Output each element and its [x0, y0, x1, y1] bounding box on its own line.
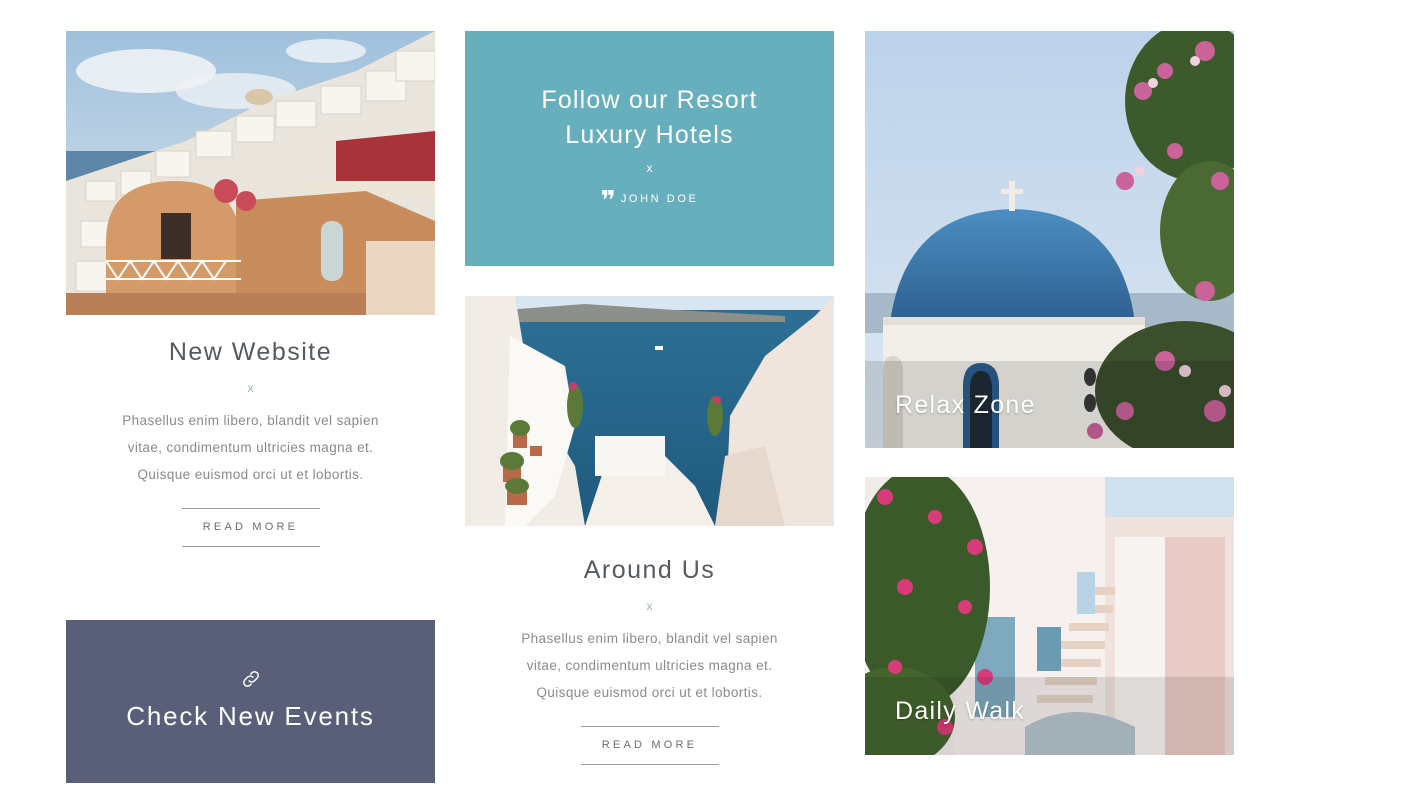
title-divider: x	[247, 381, 254, 395]
santorini-village-image[interactable]	[66, 31, 435, 315]
quote-line: Luxury Hotels	[565, 121, 734, 149]
tile-daily-walk[interactable]: Daily Walk	[865, 477, 1234, 755]
excerpt-line: vitae, condimentum ultricies magna et.	[127, 440, 374, 455]
quote-text: Follow our Resort Luxury Hotels	[495, 83, 804, 153]
post-excerpt: Phasellus enim libero, blandit vel sapie…	[66, 407, 435, 488]
quote-author: JOHN DOE	[620, 193, 699, 205]
sea-steps-image[interactable]	[465, 296, 834, 526]
quote-author-row: ❞ JOHN DOE	[465, 185, 834, 216]
read-more-button[interactable]: READ MORE	[580, 726, 719, 765]
tile-title: Daily Walk	[895, 697, 1026, 725]
post-excerpt: Phasellus enim libero, blandit vel sapie…	[465, 625, 834, 706]
excerpt-line: Quisque euismod orci ut et lobortis.	[137, 467, 364, 482]
photo-illustration	[465, 296, 834, 526]
post-card-around-us: Around Us x Phasellus enim libero, bland…	[465, 296, 834, 786]
photo-illustration	[66, 31, 435, 315]
post-title[interactable]: New Website	[66, 338, 435, 367]
excerpt-line: Phasellus enim libero, blandit vel sapie…	[521, 631, 778, 646]
quote-line: Follow our Resort	[541, 86, 758, 114]
quote-icon: ❞	[600, 185, 616, 215]
title-divider: x	[646, 599, 653, 613]
post-title[interactable]: Around Us	[465, 556, 834, 585]
blue-dome-church-image	[865, 31, 1234, 448]
quote-card: Follow our Resort Luxury Hotels x ❞ JOHN …	[465, 31, 834, 266]
event-title: Check New Events	[126, 701, 375, 731]
check-events-card[interactable]: Check New Events	[66, 620, 435, 783]
post-card-new-website: New Website x Phasellus enim libero, bla…	[66, 31, 435, 591]
read-more-button[interactable]: READ MORE	[181, 508, 320, 547]
excerpt-line: Quisque euismod orci ut et lobortis.	[536, 685, 763, 700]
quote-divider: x	[646, 161, 653, 175]
tile-title: Relax Zone	[895, 391, 1036, 419]
link-icon	[66, 668, 435, 695]
excerpt-line: vitae, condimentum ultricies magna et.	[526, 658, 773, 673]
tile-relax-zone[interactable]: Relax Zone	[865, 31, 1234, 448]
excerpt-line: Phasellus enim libero, blandit vel sapie…	[122, 413, 379, 428]
